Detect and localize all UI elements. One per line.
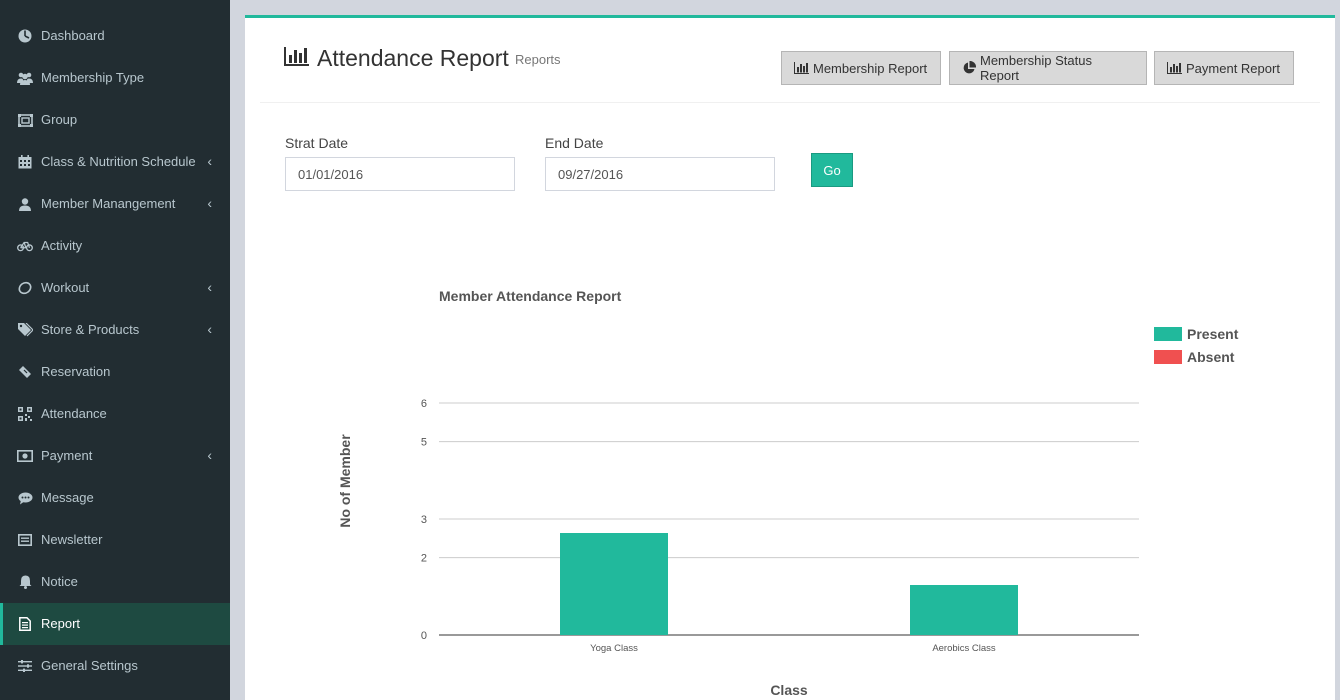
sidebar-item-label: Member Manangement — [41, 196, 176, 211]
sidebar-item-message[interactable]: Message — [0, 477, 230, 519]
y-tick-label: 6 — [421, 398, 427, 410]
sidebar-item-label: Attendance — [41, 406, 107, 421]
sidebar-item-label: Newsletter — [41, 532, 103, 547]
envelope-icon — [17, 532, 33, 548]
attendance-chart: Member Attendance Report 0 2 3 5 6 No of Membe… — [337, 288, 1239, 698]
comment-icon — [17, 490, 33, 506]
sidebar-item-label: Activity — [41, 238, 83, 253]
sidebar-item-class-and-nutrition-schedule[interactable]: Class & Nutrition Schedule ‹ — [0, 141, 230, 183]
y-tick-label: 0 — [421, 630, 427, 642]
file-text-icon — [17, 616, 33, 632]
user-icon — [17, 196, 33, 212]
x-axis-label: Class — [770, 682, 808, 698]
calendar-icon — [17, 154, 33, 170]
y-tick-label: 2 — [421, 553, 427, 565]
chevron-left-icon: ‹ — [207, 321, 212, 337]
dashboard-icon — [17, 28, 33, 44]
legend-swatch-present — [1154, 327, 1182, 341]
tags-icon — [17, 322, 33, 338]
sidebar-item-newsletter[interactable]: Newsletter — [0, 519, 230, 561]
chevron-left-icon: ‹ — [207, 153, 212, 169]
sidebar-item-label: Reservation — [41, 364, 111, 379]
sidebar-item-notice[interactable]: Notice — [0, 561, 230, 603]
bar-present-aerobics-class — [910, 585, 1018, 635]
sidebar-item-general-settings[interactable]: General Settings — [0, 645, 230, 687]
y-axis-label: No of Member — [337, 434, 353, 528]
chevron-left-icon: ‹ — [207, 195, 212, 211]
sidebar-item-label: Store & Products — [41, 322, 140, 337]
sidebar-item-activity[interactable]: Activity — [0, 225, 230, 267]
y-tick-label: 5 — [421, 437, 427, 449]
sidebar-item-label: General Settings — [41, 658, 138, 673]
qrcode-icon — [17, 406, 33, 422]
sidebar-item-report[interactable]: Report — [0, 603, 230, 645]
ticket-icon — [17, 364, 33, 380]
legend-label-present: Present — [1187, 326, 1239, 342]
sidebar-item-workout[interactable]: Workout ‹ — [0, 267, 230, 309]
chevron-left-icon: ‹ — [207, 447, 212, 463]
sliders-icon — [17, 658, 33, 674]
sidebar-item-label: Class & Nutrition Schedule — [41, 154, 196, 169]
legend-label-absent: Absent — [1187, 349, 1235, 365]
sidebar-item-member-manangement[interactable]: Member Manangement ‹ — [0, 183, 230, 225]
sidebar-item-reservation[interactable]: Reservation — [0, 351, 230, 393]
sidebar: Dashboard Membership Type Group Class & Nut… — [0, 0, 230, 700]
sidebar-item-store-and-products[interactable]: Store & Products ‹ — [0, 309, 230, 351]
sidebar-item-label: Payment — [41, 448, 93, 463]
x-tick-label: Yoga Class — [590, 643, 638, 654]
sidebar-item-attendance[interactable]: Attendance — [0, 393, 230, 435]
group-icon — [17, 112, 33, 128]
bicycle-icon — [17, 238, 33, 254]
chart-title: Member Attendance Report — [439, 288, 622, 304]
sidebar-item-label: Workout — [41, 280, 90, 295]
y-tick-label: 3 — [421, 514, 427, 526]
sidebar-item-label: Message — [41, 490, 94, 505]
bell-icon — [17, 574, 33, 590]
sidebar-item-label: Dashboard — [41, 28, 105, 43]
money-icon — [17, 448, 33, 464]
sidebar-item-label: Notice — [41, 574, 78, 589]
sidebar-item-payment[interactable]: Payment ‹ — [0, 435, 230, 477]
legend-swatch-absent — [1154, 350, 1182, 364]
sidebar-item-label: Group — [41, 112, 78, 127]
chevron-left-icon: ‹ — [207, 279, 212, 295]
sidebar-item-dashboard[interactable]: Dashboard — [0, 15, 230, 57]
bar-present-yoga-class — [560, 533, 668, 635]
sidebar-item-group[interactable]: Group — [0, 99, 230, 141]
sidebar-item-membership-type[interactable]: Membership Type — [0, 57, 230, 99]
report-box: Attendance Report Reports Membership Rep… — [245, 15, 1335, 700]
sidebar-item-label: Report — [41, 616, 81, 631]
lemon-icon — [17, 280, 33, 296]
sidebar-item-label: Membership Type — [41, 70, 145, 85]
x-tick-label: Aerobics Class — [932, 643, 996, 654]
users-icon — [17, 70, 33, 86]
